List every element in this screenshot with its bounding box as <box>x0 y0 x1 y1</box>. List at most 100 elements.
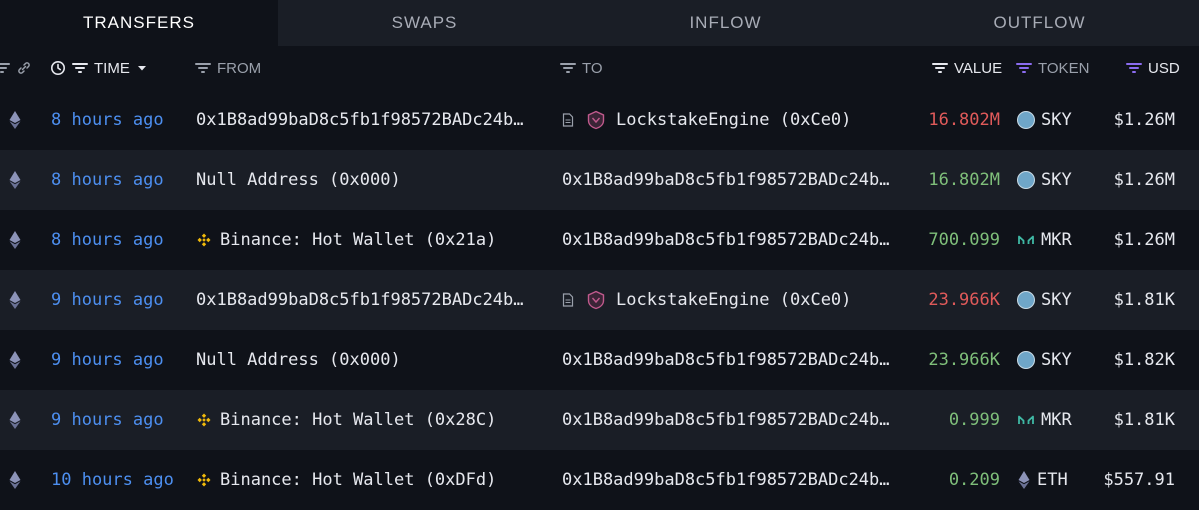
usd-filter-icon[interactable] <box>1126 63 1142 73</box>
binance-icon <box>197 413 211 427</box>
to-column-header[interactable]: TO <box>560 46 603 90</box>
token-symbol: SKY <box>1041 110 1072 130</box>
to-address[interactable]: 0x1B8ad99baD8c5fb1f98572BADc24b… <box>562 390 890 450</box>
time-cell[interactable]: 10 hours ago <box>51 450 174 510</box>
from-column-header[interactable]: FROM <box>195 46 261 90</box>
from-address[interactable]: 0x1B8ad99baD8c5fb1f98572BADc24b… <box>196 270 524 330</box>
ethereum-icon <box>9 231 21 249</box>
chain-cell <box>8 390 22 450</box>
sky-token-icon <box>1017 171 1035 189</box>
from-address-text: Null Address (0x000) <box>196 170 401 190</box>
time-cell[interactable]: 9 hours ago <box>51 330 164 390</box>
value-filter-icon[interactable] <box>932 63 948 73</box>
from-address[interactable]: Binance: Hot Wallet (0x21a) <box>196 210 496 270</box>
usd-header-label: USD <box>1148 59 1180 77</box>
time-cell[interactable]: 9 hours ago <box>51 270 164 330</box>
time-column-header[interactable]: TIME <box>50 46 148 90</box>
token-cell[interactable]: SKY <box>1017 90 1072 150</box>
token-filter-icon[interactable] <box>1016 63 1032 73</box>
to-address-text: 0x1B8ad99baD8c5fb1f98572BADc24b… <box>562 410 890 430</box>
lockstake-shield-icon <box>587 110 605 130</box>
token-cell[interactable]: SKY <box>1017 270 1072 330</box>
to-address[interactable]: LockstakeEngine (0xCe0) <box>562 90 851 150</box>
chain-cell <box>8 450 22 510</box>
value-cell: 16.802M <box>928 110 1000 130</box>
table-row: 8 hours ago 0x1B8ad99baD8c5fb1f98572BADc… <box>0 90 1199 150</box>
chain-cell <box>8 90 22 150</box>
time-cell[interactable]: 8 hours ago <box>51 90 164 150</box>
sky-token-icon <box>1017 351 1035 369</box>
token-cell[interactable]: SKY <box>1017 330 1072 390</box>
to-address-text: 0x1B8ad99baD8c5fb1f98572BADc24b… <box>562 170 890 190</box>
usd-column-header[interactable]: USD <box>1126 46 1180 90</box>
chain-filter-button[interactable] <box>0 46 32 90</box>
binance-icon <box>197 473 211 487</box>
from-address[interactable]: Null Address (0x000) <box>196 150 401 210</box>
from-filter-icon[interactable] <box>195 63 211 73</box>
filter-icon <box>0 63 10 73</box>
to-address[interactable]: 0x1B8ad99baD8c5fb1f98572BADc24b… <box>562 330 890 390</box>
table-row: 8 hours ago Null Address (0x000) 0x1B8ad… <box>0 150 1199 210</box>
to-address[interactable]: LockstakeEngine (0xCe0) <box>562 270 851 330</box>
sort-caret-down-icon[interactable] <box>136 62 148 74</box>
tab-swaps[interactable]: SWAPS <box>278 0 571 46</box>
table-header: TIME FROM TO VALUE TOKEN USD <box>0 46 1199 90</box>
ethereum-icon <box>9 471 21 489</box>
value-cell: 23.966K <box>928 350 1000 370</box>
to-address-text: 0x1B8ad99baD8c5fb1f98572BADc24b… <box>562 230 890 250</box>
token-cell[interactable]: MKR <box>1017 390 1072 450</box>
to-address[interactable]: 0x1B8ad99baD8c5fb1f98572BADc24b… <box>562 210 890 270</box>
token-symbol: SKY <box>1041 290 1072 310</box>
transfers-table: 8 hours ago 0x1B8ad99baD8c5fb1f98572BADc… <box>0 90 1199 510</box>
mkr-token-icon <box>1018 235 1034 244</box>
value-cell: 23.966K <box>928 290 1000 310</box>
to-address-text: 0x1B8ad99baD8c5fb1f98572BADc24b… <box>562 350 890 370</box>
time-cell[interactable]: 9 hours ago <box>51 390 164 450</box>
tab-outflow[interactable]: OUTFLOW <box>880 0 1199 46</box>
to-address[interactable]: 0x1B8ad99baD8c5fb1f98572BADc24b… <box>562 450 890 510</box>
chain-cell <box>8 210 22 270</box>
from-address[interactable]: Null Address (0x000) <box>196 330 401 390</box>
value-header-label: VALUE <box>954 59 1003 77</box>
usd-cell: $1.26M <box>1113 110 1175 130</box>
table-row: 9 hours ago Binance: Hot Wallet (0x28C) … <box>0 390 1199 450</box>
token-column-header[interactable]: TOKEN <box>1016 46 1089 90</box>
time-cell[interactable]: 8 hours ago <box>51 150 164 210</box>
to-filter-icon[interactable] <box>560 63 576 73</box>
lockstake-shield-icon <box>587 290 605 310</box>
tab-transfers[interactable]: TRANSFERS <box>0 0 278 46</box>
token-header-label: TOKEN <box>1038 59 1090 77</box>
from-address[interactable]: Binance: Hot Wallet (0x28C) <box>196 390 496 450</box>
to-address-text: LockstakeEngine (0xCe0) <box>616 290 852 310</box>
link-icon[interactable] <box>16 60 32 76</box>
ethereum-icon <box>9 291 21 309</box>
value-cell: 0.209 <box>948 470 1000 490</box>
clock-icon[interactable] <box>50 60 66 76</box>
from-header-label: FROM <box>217 59 262 77</box>
time-filter-icon[interactable] <box>72 63 88 73</box>
from-address-text: Binance: Hot Wallet (0x21a) <box>220 230 497 250</box>
contract-icon <box>562 293 574 307</box>
value-column-header[interactable]: VALUE <box>932 46 1002 90</box>
value-cell: 0.999 <box>948 410 1000 430</box>
to-address-text: 0x1B8ad99baD8c5fb1f98572BADc24b… <box>562 470 890 490</box>
to-address[interactable]: 0x1B8ad99baD8c5fb1f98572BADc24b… <box>562 150 890 210</box>
from-address[interactable]: Binance: Hot Wallet (0xDFd) <box>196 450 496 510</box>
binance-icon <box>197 233 211 247</box>
sky-token-icon <box>1017 291 1035 309</box>
token-cell[interactable]: ETH <box>1017 450 1068 510</box>
token-cell[interactable]: SKY <box>1017 150 1072 210</box>
ethereum-icon <box>9 171 21 189</box>
from-address[interactable]: 0x1B8ad99baD8c5fb1f98572BADc24b… <box>196 90 524 150</box>
time-cell[interactable]: 8 hours ago <box>51 210 164 270</box>
from-address-text: Binance: Hot Wallet (0x28C) <box>220 410 497 430</box>
table-row: 10 hours ago Binance: Hot Wallet (0xDFd)… <box>0 450 1199 510</box>
token-symbol: MKR <box>1041 410 1072 430</box>
token-cell[interactable]: MKR <box>1017 210 1072 270</box>
chain-cell <box>8 150 22 210</box>
tab-inflow[interactable]: INFLOW <box>571 0 880 46</box>
tab-bar: TRANSFERS SWAPS INFLOW OUTFLOW <box>0 0 1199 46</box>
table-row: 9 hours ago 0x1B8ad99baD8c5fb1f98572BADc… <box>0 270 1199 330</box>
contract-icon <box>562 113 574 127</box>
eth-token-icon <box>1018 471 1030 489</box>
